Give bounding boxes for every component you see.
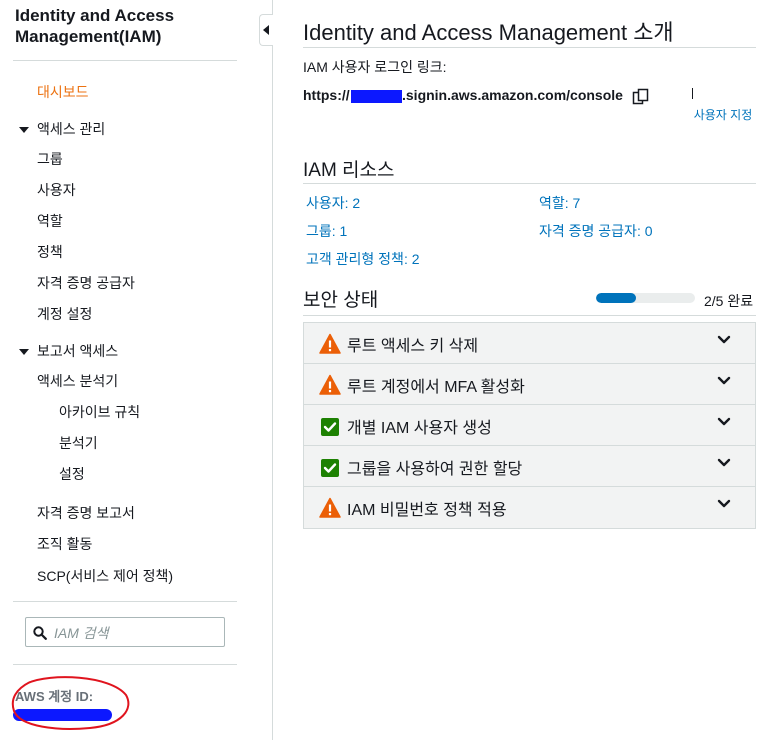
- collapse-sidebar-button[interactable]: [259, 14, 273, 46]
- chevron-left-icon: [263, 25, 269, 35]
- sidebar-item-credential-report[interactable]: 자격 증명 보고서: [37, 503, 135, 523]
- red-circle-annotation: [11, 676, 130, 730]
- progress-text: 2/5 완료: [704, 293, 754, 309]
- chevron-down-icon: [717, 417, 731, 426]
- search-input[interactable]: [52, 622, 221, 644]
- divider: [13, 601, 237, 602]
- divider: [303, 183, 756, 184]
- warning-icon: [319, 497, 341, 518]
- sidebar-item-users[interactable]: 사용자: [37, 180, 76, 200]
- caret-down-icon[interactable]: [19, 349, 29, 355]
- sidebar: Identity and Access Management(IAM) 대시보드…: [0, 0, 273, 740]
- security-checklist: 루트 액세스 키 삭제루트 계정에서 MFA 활성화개별 IAM 사용자 생성그…: [303, 322, 756, 529]
- sidebar-section-access-reports[interactable]: 보고서 액세스: [37, 341, 118, 361]
- security-checklist-item[interactable]: 그룹을 사용하여 권한 할당: [304, 446, 755, 487]
- chevron-down-icon: [717, 458, 731, 467]
- checklist-item-label: 그룹을 사용하여 권한 할당: [347, 461, 523, 478]
- page-title: Identity and Access Management 소개: [303, 20, 674, 45]
- sidebar-item-access-analyzer[interactable]: 액세스 분석기: [37, 371, 118, 391]
- divider: [692, 88, 693, 99]
- sidebar-item-roles[interactable]: 역할: [37, 211, 63, 231]
- warning-icon: [319, 374, 341, 395]
- sidebar-item-analyzers[interactable]: 분석기: [59, 433, 98, 453]
- sidebar-item-dashboard[interactable]: 대시보드: [37, 82, 89, 102]
- check-icon: [321, 459, 339, 477]
- search-icon: [33, 626, 47, 640]
- caret-down-icon[interactable]: [19, 127, 29, 133]
- checklist-item-label: 루트 액세스 키 삭제: [347, 338, 479, 355]
- sidebar-item-archive-rules[interactable]: 아카이브 규칙: [59, 402, 140, 422]
- chevron-down-icon: [717, 376, 731, 385]
- warning-icon: [319, 333, 341, 354]
- signin-url-prefix: https://: [303, 87, 350, 103]
- security-checklist-item[interactable]: IAM 비밀번호 정책 적용: [304, 487, 755, 528]
- sidebar-item-identity-providers[interactable]: 자격 증명 공급자: [37, 273, 135, 293]
- divider: [13, 60, 237, 61]
- checklist-item-label: 루트 계정에서 MFA 활성화: [347, 379, 525, 396]
- sidebar-item-account-settings[interactable]: 계정 설정: [37, 304, 92, 324]
- copy-icon[interactable]: [632, 88, 650, 105]
- resources-title: IAM 리소스: [303, 160, 395, 181]
- divider: [303, 315, 756, 316]
- resource-identity-providers-link[interactable]: 자격 증명 공급자: 0: [539, 221, 653, 241]
- resource-customer-policies-link[interactable]: 고객 관리형 정책: 2: [306, 249, 420, 269]
- check-icon: [321, 418, 339, 436]
- sidebar-item-scp[interactable]: SCP(서비스 제어 정책): [37, 566, 173, 586]
- divider: [303, 47, 756, 48]
- sidebar-title: Identity and Access Management(IAM): [15, 6, 175, 46]
- security-status-title: 보안 상태: [303, 290, 379, 311]
- progress-fill: [596, 293, 636, 303]
- security-progress-bar: [596, 293, 695, 303]
- chevron-down-icon: [717, 335, 731, 344]
- resource-users-link[interactable]: 사용자: 2: [306, 193, 360, 213]
- divider: [13, 664, 237, 665]
- resource-roles-link[interactable]: 역할: 7: [539, 193, 580, 213]
- checklist-item-label: IAM 비밀번호 정책 적용: [347, 502, 507, 519]
- checklist-item-label: 개별 IAM 사용자 생성: [347, 420, 492, 437]
- sidebar-item-analyzer-settings[interactable]: 설정: [59, 464, 85, 484]
- sidebar-item-organization-activity[interactable]: 조직 활동: [37, 534, 92, 554]
- security-checklist-item[interactable]: 개별 IAM 사용자 생성: [304, 405, 755, 446]
- signin-link-label: IAM 사용자 로그인 링크:: [303, 59, 447, 75]
- security-checklist-item[interactable]: 루트 계정에서 MFA 활성화: [304, 364, 755, 405]
- redacted-account-alias: [351, 90, 402, 103]
- sidebar-section-access-management[interactable]: 액세스 관리: [37, 119, 105, 139]
- customize-link[interactable]: 사용자 지정: [693, 107, 753, 123]
- chevron-down-icon: [717, 499, 731, 508]
- resource-groups-link[interactable]: 그룹: 1: [306, 221, 347, 241]
- iam-search-box[interactable]: [25, 617, 225, 647]
- sidebar-item-policies[interactable]: 정책: [37, 242, 63, 262]
- signin-url-suffix: .signin.aws.amazon.com/console: [402, 87, 623, 103]
- security-checklist-item[interactable]: 루트 액세스 키 삭제: [304, 323, 755, 364]
- sidebar-item-groups[interactable]: 그룹: [37, 149, 63, 169]
